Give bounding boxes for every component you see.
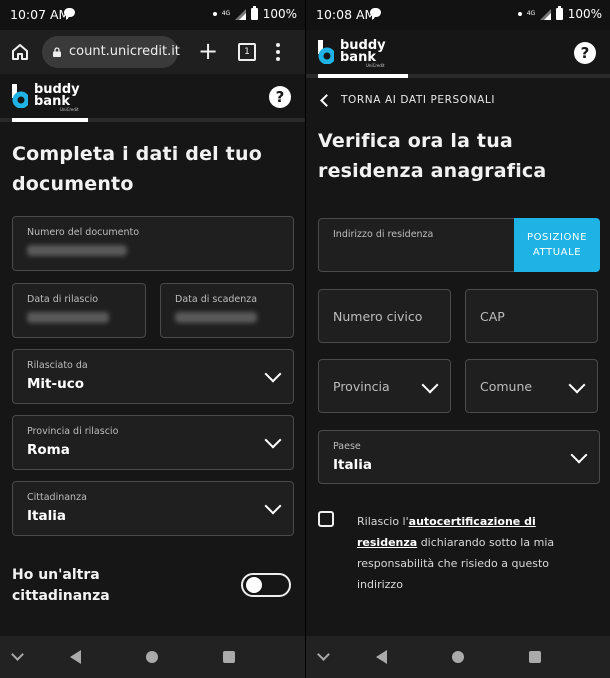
progress-bar (12, 118, 88, 122)
nav-home-icon[interactable] (146, 651, 158, 663)
issued-by-label: Rilasciato da (27, 360, 88, 371)
nav-hide-keyboard-icon[interactable] (317, 648, 330, 661)
buddybank-b-icon (12, 84, 28, 108)
province-select[interactable]: Provincia (318, 359, 451, 413)
more-menu-icon[interactable] (276, 43, 280, 61)
help-icon[interactable]: ? (574, 42, 596, 64)
citizenship-label: Cittadinanza (27, 492, 87, 503)
bank-header: buddy bank UniCredit ? (306, 30, 610, 78)
self-cert-prefix: Rilascio l' (357, 515, 409, 528)
chat-notification-icon (370, 8, 381, 20)
signal-icon (234, 8, 246, 20)
home-icon[interactable] (10, 42, 30, 62)
doc-number-label: Numero del documento (27, 227, 140, 238)
page-title: Completa i dati del tuo documento (12, 143, 262, 195)
country-value: Italia (333, 457, 372, 473)
brand-sub: UniCredit (60, 107, 79, 112)
status-time: 10:08 AM (316, 7, 376, 22)
cap-placeholder: CAP (480, 309, 505, 324)
android-nav-bar (306, 636, 610, 678)
country-label: Paese (333, 441, 361, 452)
chevron-down-icon (264, 365, 282, 383)
chevron-down-icon (264, 497, 282, 515)
browser-toolbar: count.unicredit.it + 1 (0, 30, 305, 74)
chevron-down-icon (568, 376, 586, 394)
status-icons: 4G 100% (517, 6, 602, 21)
help-icon[interactable]: ? (269, 86, 291, 108)
issued-by-value: Mit-uco (27, 376, 85, 392)
address-label: Indirizzo di residenza (333, 229, 434, 240)
url-text: count.unicredit.it (69, 44, 180, 59)
brand-sub: UniCredit (366, 63, 385, 68)
doc-number-field[interactable]: Numero del documento (12, 216, 294, 271)
issue-province-value: Roma (27, 442, 70, 458)
toggle-knob (246, 577, 262, 593)
self-certification-checkbox[interactable] (318, 511, 334, 527)
issue-date-field[interactable]: Data di rilascio (12, 283, 146, 338)
status-bar: 10:07 AM 4G 100% (0, 0, 305, 30)
address-input[interactable]: Indirizzo di residenza (318, 218, 518, 272)
signal-icon (539, 8, 551, 20)
issue-date-label: Data di rilascio (27, 294, 99, 305)
expiry-date-label: Data di scadenza (175, 294, 258, 305)
left-phone-screen: 10:07 AM 4G 100% count.unicredit.it + 1 (0, 0, 305, 678)
country-select[interactable]: Paese Italia (318, 430, 600, 484)
new-tab-plus-icon[interactable]: + (198, 39, 218, 63)
issue-province-label: Provincia di rilascio (27, 426, 119, 437)
nav-recents-icon[interactable] (529, 651, 541, 663)
citizenship-value: Italia (27, 508, 66, 524)
bank-header: buddy bank UniCredit ? (0, 74, 305, 122)
nav-hide-keyboard-icon[interactable] (11, 648, 24, 661)
nav-back-icon[interactable] (70, 650, 81, 664)
tab-switcher-icon[interactable]: 1 (238, 43, 256, 61)
back-to-personal-data-link[interactable]: TORNA AI DATI PERSONALI (320, 93, 496, 107)
comune-select[interactable]: Comune (465, 359, 598, 413)
status-icons: 4G 100% (212, 6, 297, 21)
issue-date-redacted (27, 312, 109, 323)
battery-icon (250, 6, 258, 20)
network-type: 4G (526, 10, 536, 17)
doc-number-redacted (27, 245, 127, 256)
nav-recents-icon[interactable] (223, 651, 235, 663)
expiry-date-redacted (175, 312, 257, 323)
progress-bar (318, 74, 408, 78)
page-title: Verifica ora la tua residenza anagrafica (318, 130, 547, 182)
back-link-label: TORNA AI DATI PERSONALI (341, 94, 496, 106)
notification-dot-icon (517, 12, 522, 16)
civic-number-input[interactable]: Numero civico (318, 289, 451, 343)
lock-icon (53, 47, 61, 57)
issue-province-select[interactable]: Provincia di rilascio Roma (12, 415, 294, 470)
current-position-button[interactable]: POSIZIONE ATTUALE (514, 218, 600, 272)
province-placeholder: Provincia (333, 379, 390, 394)
chevron-down-icon (421, 376, 439, 394)
battery-level: 100% (567, 7, 602, 21)
other-citizenship-label: Ho un'altra cittadinanza (12, 567, 110, 604)
expiry-date-field[interactable]: Data di scadenza (160, 283, 294, 338)
url-bar[interactable]: count.unicredit.it (42, 36, 180, 68)
buddybank-logo: buddy bank UniCredit (318, 39, 386, 70)
battery-icon (555, 6, 563, 20)
other-citizenship-toggle[interactable] (241, 573, 291, 597)
android-nav-bar (0, 636, 305, 678)
civic-number-placeholder: Numero civico (333, 309, 423, 324)
network-type: 4G (221, 10, 231, 17)
citizenship-select[interactable]: Cittadinanza Italia (12, 481, 294, 536)
status-bar: 10:08 AM 4G 100% (306, 0, 610, 30)
chevron-down-icon (570, 446, 588, 464)
chevron-left-icon (320, 93, 333, 107)
chevron-down-icon (264, 431, 282, 449)
comune-placeholder: Comune (480, 379, 533, 394)
right-phone-screen: 10:08 AM 4G 100% buddy bank UniCredit ? (305, 0, 610, 678)
buddybank-b-icon (318, 40, 334, 64)
battery-level: 100% (262, 7, 297, 21)
issued-by-select[interactable]: Rilasciato da Mit-uco (12, 349, 294, 404)
notification-dot-icon (212, 12, 217, 16)
nav-back-icon[interactable] (376, 650, 387, 664)
nav-home-icon[interactable] (452, 651, 464, 663)
chat-notification-icon (64, 8, 75, 20)
status-time: 10:07 AM (10, 7, 70, 22)
self-certification-text: Rilascio l'autocertificazione di residen… (357, 511, 597, 595)
buddybank-logo: buddy bank UniCredit (12, 83, 80, 114)
cap-input[interactable]: CAP (465, 289, 598, 343)
